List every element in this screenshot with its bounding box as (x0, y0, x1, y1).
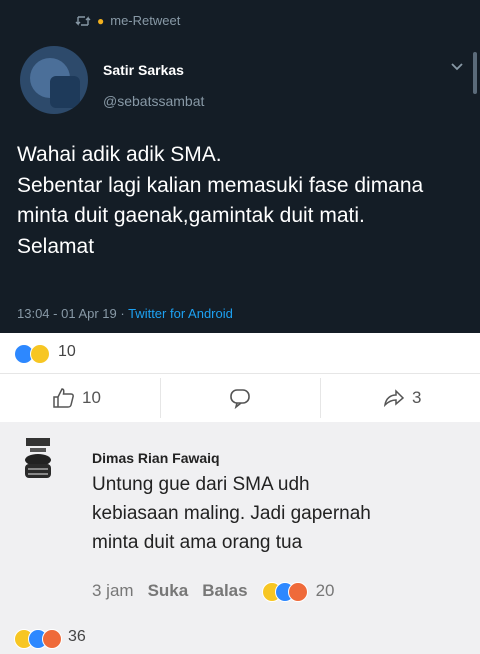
retweet-label: me-Retweet (110, 13, 181, 28)
tweet-meta: 13:04 - 01 Apr 19 · Twitter for Android (17, 306, 233, 321)
comment-icon (230, 389, 250, 409)
like-count: 10 (82, 388, 101, 407)
scrollbar[interactable] (473, 52, 477, 94)
share-count: 3 (412, 388, 422, 407)
retweet-emoji-icon: ● (97, 13, 105, 28)
like-button[interactable]: 10 (52, 374, 101, 422)
comment-reaction-count: 20 (315, 581, 335, 600)
retweet-icon (75, 15, 91, 26)
tweet-handle[interactable]: @sebatssambat (103, 93, 204, 109)
post-action-bar: 10 3 (0, 373, 480, 423)
share-button[interactable]: 3 (382, 374, 421, 422)
post-reaction-summary[interactable]: 10 (0, 333, 480, 373)
tweet-author-avatar[interactable] (20, 46, 88, 114)
comment-meta: 3 jam Suka Balas 20 (92, 581, 349, 602)
comment-reply-button[interactable]: Balas (202, 581, 247, 601)
bottom-reaction-count: 36 (68, 628, 86, 645)
haha-reaction-icon (30, 344, 50, 364)
post-reaction-count: 10 (58, 343, 76, 360)
comment-author-avatar[interactable] (20, 432, 56, 484)
tweet-text: Wahai adik adik SMA. Sebentar lagi kalia… (17, 143, 424, 258)
share-icon (383, 389, 405, 408)
comment-text: Untung gue dari SMA udh kebiasaan maling… (92, 474, 371, 553)
thumbs-up-icon (53, 388, 74, 408)
comment-reactions[interactable] (261, 581, 308, 602)
tweet-timestamp: 13:04 - 01 Apr 19 (17, 306, 117, 321)
chevron-down-icon[interactable] (449, 58, 465, 74)
tweet-card: ● me-Retweet Satir Sarkas @sebatssambat … (0, 0, 480, 333)
angry-reaction-icon (287, 582, 308, 602)
comment-like-button[interactable]: Suka (148, 581, 189, 601)
tweet-meta-separator: · (116, 306, 129, 321)
tweet-source[interactable]: Twitter for Android (128, 306, 233, 321)
comment-button[interactable] (228, 374, 252, 422)
comment-author-name[interactable]: Dimas Rian Fawaiq (92, 450, 220, 466)
retweet-indicator: ● me-Retweet (75, 13, 180, 28)
tweet-display-name[interactable]: Satir Sarkas (103, 62, 184, 78)
comment-time: 3 jam (92, 581, 134, 600)
angry-reaction-icon (42, 629, 62, 649)
bottom-reaction-summary[interactable]: 36 (14, 628, 134, 650)
